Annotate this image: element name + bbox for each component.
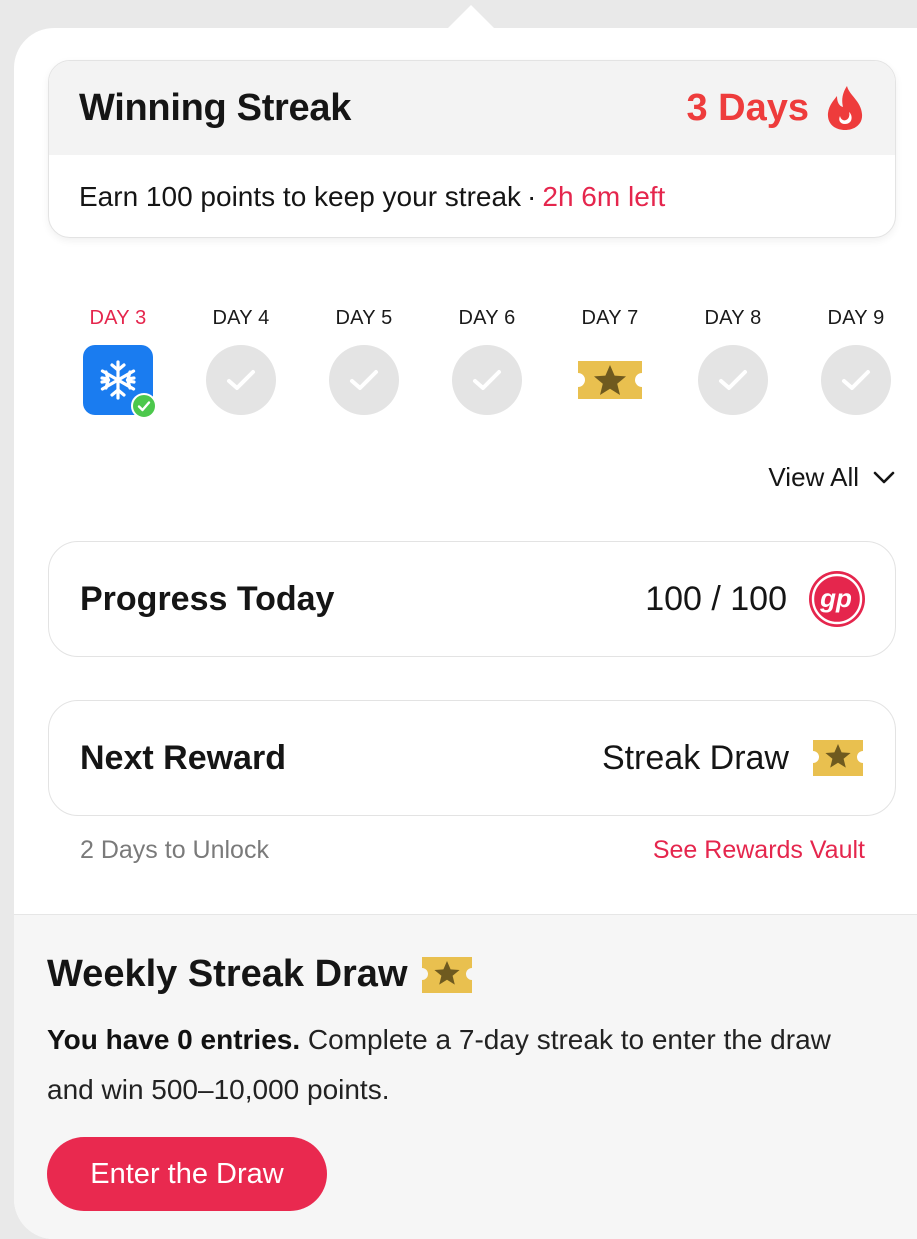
gp-points-icon: gp xyxy=(809,571,865,627)
streak-separator: · xyxy=(527,181,537,212)
day-item[interactable]: DAY 9 xyxy=(806,305,906,415)
streak-subtitle: Earn 100 points to keep your streak · 2h… xyxy=(49,155,895,237)
time-left: 2h 6m left xyxy=(542,181,666,212)
day-label: DAY 9 xyxy=(827,307,885,329)
next-reward-title: Next Reward xyxy=(80,738,286,777)
streak-days-row: DAY 3 DAY 4 DAY 5 DAY 6 DAY 7 DAY 8 DAY … xyxy=(50,305,906,419)
entries-count: You have 0 entries. xyxy=(47,1024,301,1055)
completed-check-icon xyxy=(131,393,157,419)
day-label: DAY 6 xyxy=(458,307,516,329)
ticket-star-icon xyxy=(421,956,472,993)
winning-streak-card: Winning Streak 3 Days Earn 100 points to… xyxy=(48,60,896,238)
day-item[interactable]: DAY 6 xyxy=(437,305,537,415)
next-reward-footer: 2 Days to Unlock See Rewards Vault xyxy=(80,836,865,865)
day-label: DAY 8 xyxy=(704,307,762,329)
enter-draw-button[interactable]: Enter the Draw xyxy=(47,1137,327,1211)
day-label: DAY 5 xyxy=(335,307,393,329)
weekly-title-text: Weekly Streak Draw xyxy=(47,953,408,995)
day-icon xyxy=(329,345,399,415)
progress-value-group: 100 / 100 gp xyxy=(645,571,865,627)
day-item[interactable]: DAY 8 xyxy=(683,305,783,415)
chevron-down-icon xyxy=(873,471,895,483)
weekly-draw-section: Weekly Streak Draw You have 0 entries. C… xyxy=(14,914,917,1239)
streak-requirement: Earn 100 points to keep your streak xyxy=(79,181,522,212)
flame-icon xyxy=(827,86,863,130)
streak-popover: Winning Streak 3 Days Earn 100 points to… xyxy=(14,28,917,1239)
unlock-text: 2 Days to Unlock xyxy=(80,836,269,864)
day-icon xyxy=(698,345,768,415)
day-icon xyxy=(452,345,522,415)
day-label: DAY 3 xyxy=(89,307,147,329)
day-icon xyxy=(83,345,157,419)
streak-header: Winning Streak 3 Days xyxy=(49,61,895,155)
check-icon xyxy=(698,345,768,415)
check-icon xyxy=(821,345,891,415)
progress-today-card: Progress Today 100 / 100 gp xyxy=(48,541,896,657)
ticket-star-icon xyxy=(813,740,863,776)
next-reward-card: Next Reward Streak Draw xyxy=(48,700,896,816)
gp-logo-text: gp xyxy=(819,583,852,613)
weekly-draw-description: You have 0 entries. Complete a 7-day str… xyxy=(47,1015,867,1115)
check-icon xyxy=(452,345,522,415)
streak-title: Winning Streak xyxy=(79,86,352,129)
day-item[interactable]: DAY 7 xyxy=(560,305,660,415)
view-all-button[interactable]: View All xyxy=(768,462,895,493)
rewards-vault-link[interactable]: See Rewards Vault xyxy=(653,836,865,865)
next-reward-value-group: Streak Draw xyxy=(602,737,865,779)
day-item[interactable]: DAY 5 xyxy=(314,305,414,415)
day-label: DAY 7 xyxy=(581,307,639,329)
day-item[interactable]: DAY 3 xyxy=(68,305,168,419)
progress-title: Progress Today xyxy=(80,579,335,618)
progress-value: 100 / 100 xyxy=(645,579,787,618)
day-label: DAY 4 xyxy=(212,307,270,329)
day-icon xyxy=(574,345,646,415)
day-icon xyxy=(206,345,276,415)
ticket-star-icon xyxy=(578,361,642,399)
streak-days-count: 3 Days xyxy=(686,86,809,129)
weekly-draw-title: Weekly Streak Draw xyxy=(47,953,474,996)
popover-caret xyxy=(447,5,495,29)
day-item[interactable]: DAY 4 xyxy=(191,305,291,415)
next-reward-value: Streak Draw xyxy=(601,738,789,777)
day-icon xyxy=(821,345,891,415)
check-icon xyxy=(206,345,276,415)
streak-days: 3 Days xyxy=(686,85,865,131)
view-all-label: View All xyxy=(768,462,859,492)
check-icon xyxy=(329,345,399,415)
